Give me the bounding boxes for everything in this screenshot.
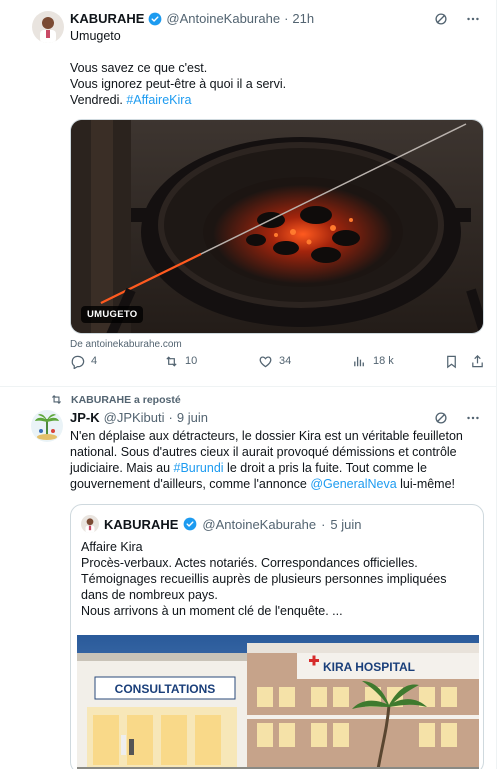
- views-button[interactable]: 18 k: [352, 354, 394, 369]
- quoted-text: Affaire Kira Procès-verbaux. Actes notar…: [81, 539, 477, 619]
- quoted-line: Affaire Kira: [81, 540, 143, 554]
- separator: ·: [168, 410, 173, 425]
- tweet-line: [70, 44, 480, 60]
- timestamp[interactable]: 21h: [292, 11, 314, 26]
- separator: ·: [321, 516, 326, 532]
- share-button[interactable]: [470, 354, 485, 369]
- tweet-text: Umugeto Vous savez ce que c'est. Vous ig…: [70, 28, 480, 108]
- hashtag-link[interactable]: #AffaireKira: [126, 93, 191, 107]
- views-count: 18 k: [373, 355, 394, 367]
- hashtag-link[interactable]: #Burundi: [174, 461, 224, 475]
- avatar: [81, 515, 99, 533]
- reply-count: 4: [91, 355, 98, 367]
- tweet-text: N'en déplaise aux détracteurs, le dossie…: [70, 428, 482, 492]
- like-button[interactable]: 34: [258, 354, 291, 369]
- more-icon[interactable]: [464, 10, 482, 28]
- hospital-photo[interactable]: CONSULTATIONS KIRA HOSPITAL: [77, 635, 479, 769]
- handle[interactable]: @AntoineKaburahe: [166, 11, 280, 26]
- quoted-line: Nous arrivons à un moment clé de l'enquê…: [81, 604, 343, 618]
- tweet-text-part: lui-même!: [396, 477, 456, 491]
- timestamp: 5 juin: [330, 516, 362, 532]
- consultations-sign: CONSULTATIONS: [115, 682, 216, 696]
- display-name: KABURAHE: [104, 516, 179, 532]
- tweet-line: Vous ignorez peut-être à quoi il a servi…: [70, 77, 287, 91]
- more-icon[interactable]: [464, 409, 482, 427]
- repost-label: KABURAHE a reposté: [71, 393, 181, 406]
- share-icon: [472, 354, 483, 367]
- like-count: 34: [279, 355, 292, 367]
- tweet-line: Umugeto: [70, 29, 121, 43]
- tweet-jpk-reposted[interactable]: KABURAHE a reposté JP-K @JPKibuti · 9 ju…: [0, 387, 497, 769]
- quoted-tweet[interactable]: KABURAHE @AntoineKaburahe · 5 juin Affai…: [70, 504, 484, 769]
- separator: ·: [284, 11, 289, 26]
- tweet-line: Vous savez ce que c'est.: [70, 61, 208, 75]
- handle[interactable]: @JPKibuti: [104, 410, 165, 425]
- bookmark-button[interactable]: [444, 354, 459, 369]
- hospital-sign: KIRA HOSPITAL: [323, 660, 415, 674]
- repost-icon: [166, 355, 177, 367]
- link-card-image[interactable]: UMUGETO: [70, 119, 484, 334]
- verified-badge-icon: [148, 12, 162, 26]
- hospital-image: CONSULTATIONS KIRA HOSPITAL: [77, 635, 479, 769]
- grok-icon[interactable]: [432, 409, 450, 427]
- link-card-label: UMUGETO: [81, 306, 144, 323]
- link-source[interactable]: De antoinekaburahe.com: [70, 339, 182, 350]
- tweet-line-text: Vendredi.: [70, 93, 123, 107]
- views-icon: [354, 356, 364, 366]
- avatar[interactable]: [31, 410, 63, 442]
- display-name[interactable]: KABURAHE: [70, 11, 144, 26]
- repost-icon: [52, 395, 61, 404]
- verified-badge-icon: [183, 517, 197, 531]
- avatar[interactable]: [32, 11, 64, 43]
- mention-link[interactable]: @GeneralNeva: [310, 477, 396, 491]
- reply-icon: [71, 355, 85, 369]
- repost-context[interactable]: KABURAHE a reposté: [50, 393, 181, 406]
- tweet-kaburahe-umugeto[interactable]: KABURAHE @AntoineKaburahe · 21h Umugeto …: [0, 0, 497, 387]
- tweet-line: Vendredi. #AffaireKira: [70, 92, 480, 108]
- handle: @AntoineKaburahe: [202, 516, 317, 532]
- bookmark-icon: [447, 355, 456, 368]
- reply-button[interactable]: 4: [70, 354, 97, 369]
- quoted-line: Témoignages recueillis auprès de plusieu…: [81, 572, 447, 602]
- display-name[interactable]: JP-K: [70, 410, 100, 425]
- repost-count: 10: [185, 355, 198, 367]
- timestamp[interactable]: 9 juin: [177, 410, 208, 425]
- grok-icon[interactable]: [432, 10, 450, 28]
- like-icon: [259, 355, 272, 367]
- quoted-line: Procès-verbaux. Actes notariés. Correspo…: [81, 556, 418, 570]
- repost-button[interactable]: 10: [164, 354, 197, 369]
- brazier-photo: [71, 120, 483, 333]
